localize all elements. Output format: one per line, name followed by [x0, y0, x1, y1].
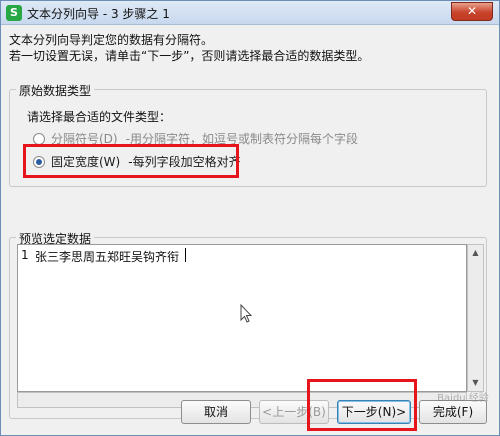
instruction-line-1: 文本分列向导判定您的数据有分隔符。	[9, 33, 214, 47]
scroll-up-arrow-icon[interactable]: ▲	[468, 245, 483, 261]
close-button[interactable]: ✕	[451, 2, 493, 21]
preview-line-text: 张三李思周五郑旺吴钩齐衔	[35, 250, 180, 264]
text-to-columns-wizard-dialog: S 文本分列向导 - 3 步骤之 1 ✕ 文本分列向导判定您的数据有分隔符。 若…	[0, 0, 500, 436]
delimited-radio-button[interactable]	[33, 132, 45, 145]
column-break-line[interactable]	[185, 248, 186, 262]
next-button-highlight-box	[307, 379, 417, 431]
watermark: Baidu 经验	[437, 393, 489, 404]
instruction-line-2: 若一切设置无误，请单击“下一步”，否则请选择最合适的数据类型。	[9, 49, 370, 63]
mouse-pointer-icon	[240, 304, 252, 323]
original-data-type-legend: 原始数据类型	[16, 82, 95, 99]
title-bar: S 文本分列向导 - 3 步骤之 1 ✕	[1, 1, 499, 25]
cancel-button[interactable]: 取消	[181, 400, 251, 424]
file-type-prompt: 请选择最合适的文件类型：	[27, 110, 172, 124]
preview-vertical-scrollbar[interactable]: ▲ ▼	[467, 244, 484, 392]
window-title: 文本分列向导 - 3 步骤之 1	[27, 7, 170, 21]
wps-spreadsheet-icon: S	[6, 5, 22, 21]
fixed-width-highlight-box	[23, 144, 239, 178]
preview-line-number: 1	[21, 248, 29, 262]
scroll-down-arrow-icon[interactable]: ▼	[468, 375, 483, 391]
